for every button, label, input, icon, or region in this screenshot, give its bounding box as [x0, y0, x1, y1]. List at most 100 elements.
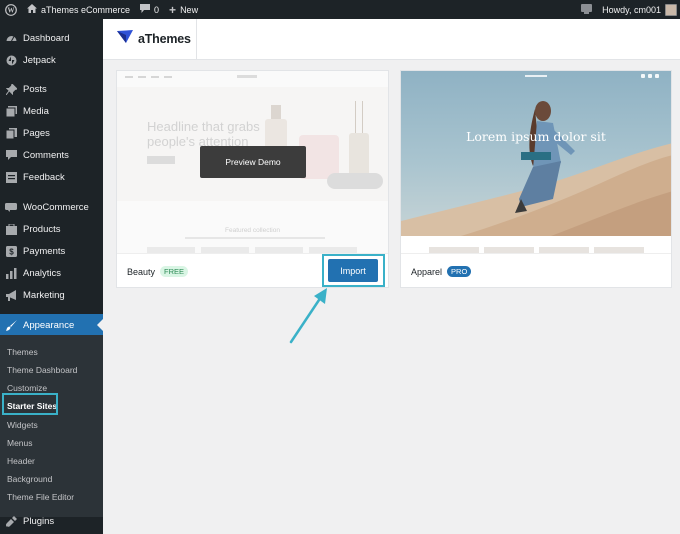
thumbnail-headline: Headline that grabs people's attention [147, 119, 260, 149]
site-name: aThemes eCommerce [41, 4, 131, 15]
notification-link[interactable] [576, 0, 597, 19]
howdy-text: Howdy, cm001 [602, 4, 661, 15]
sidebar-item-jetpack[interactable]: Jetpack [0, 49, 103, 71]
sidebar-item-marketing[interactable]: Marketing [0, 284, 103, 306]
brand-logo: aThemes [117, 30, 191, 47]
card-footer: Apparel PRO [401, 253, 671, 289]
pro-badge: PRO [447, 266, 472, 277]
sidebar-item-label: Products [23, 223, 61, 235]
active-indicator [97, 319, 103, 331]
brush-icon [5, 319, 17, 331]
sidebar-item-woocommerce[interactable]: WooCommerce [0, 196, 103, 218]
submenu-item-theme-file-editor[interactable]: Theme File Editor [0, 488, 103, 505]
thumbnail-shop-button [147, 156, 175, 164]
sidebar-item-feedback[interactable]: Feedback [0, 166, 103, 188]
apparel-thumbnail[interactable]: Lorem ipsum dolor sit [401, 71, 671, 253]
sidebar-item-media[interactable]: Media [0, 100, 103, 122]
theme-name: Apparel [411, 266, 443, 277]
products-icon [5, 223, 17, 235]
sidebar-item-dashboard[interactable]: Dashboard [0, 27, 103, 49]
beauty-thumbnail[interactable]: Headline that grabs people's attention F… [117, 71, 388, 253]
sidebar-item-label: WooCommerce [23, 201, 89, 213]
submenu-item-theme-dashboard[interactable]: Theme Dashboard [0, 361, 103, 378]
sidebar-item-label: Plugins [23, 515, 55, 527]
site-name-link[interactable]: aThemes eCommerce [22, 0, 135, 19]
appearance-submenu: Themes Theme Dashboard Customize Starter… [0, 335, 103, 517]
sidebar-item-pages[interactable]: Pages [0, 122, 103, 144]
thumbnail-section-title: Featured collection [225, 227, 280, 234]
submenu-item-menus[interactable]: Menus [0, 434, 103, 451]
sidebar-item-label: Feedback [23, 171, 65, 183]
thumbnail-shop-button [521, 152, 551, 160]
sidebar-item-label: Jetpack [23, 54, 56, 66]
sidebar-item-posts[interactable]: Posts [0, 78, 103, 100]
thumbnail-nav [125, 76, 172, 78]
thumbnail-logo [237, 75, 257, 78]
megaphone-icon [5, 289, 17, 301]
svg-text:W: W [8, 6, 15, 14]
notification-icon [581, 3, 593, 16]
thumbnail-section-subtitle [185, 237, 325, 239]
sidebar-item-label: Media [23, 105, 49, 117]
sidebar-item-label: Comments [23, 149, 69, 161]
thumbnail-nav-icons [641, 74, 659, 78]
account-menu[interactable]: Howdy, cm001 [597, 0, 680, 19]
sidebar-item-label: Analytics [23, 267, 62, 279]
admin-bar: W aThemes eCommerce 0 + New Howdy, cm001 [0, 0, 680, 19]
thumbnail-headline: Lorem ipsum dolor sit [466, 129, 606, 144]
comments-count: 0 [154, 4, 160, 15]
sidebar-item-comments[interactable]: Comments [0, 144, 103, 166]
sidebar-item-label: Payments [23, 245, 66, 257]
dollar-icon: $ [5, 245, 17, 257]
comments-link[interactable]: 0 [135, 0, 164, 19]
new-label: New [180, 4, 199, 15]
brand-name: aThemes [138, 31, 191, 46]
header-divider [196, 19, 197, 60]
annotation-arrow-icon [289, 288, 327, 344]
sidebar-item-label: Marketing [23, 289, 65, 301]
feedback-icon [5, 171, 17, 183]
import-button[interactable]: Import [328, 259, 378, 282]
sidebar-item-label: Pages [23, 127, 50, 139]
submenu-item-themes[interactable]: Themes [0, 343, 103, 360]
diffuser-sticks [355, 101, 363, 135]
stones-image [327, 173, 383, 189]
plug-icon [5, 515, 17, 527]
sidebar-item-payments[interactable]: $ Payments [0, 240, 103, 262]
jetpack-icon [5, 54, 17, 66]
sidebar-item-label: Posts [23, 83, 47, 95]
submenu-item-background[interactable]: Background [0, 470, 103, 487]
sidebar-item-analytics[interactable]: Analytics [0, 262, 103, 284]
theme-name: Beauty [127, 266, 156, 277]
submenu-item-widgets[interactable]: Widgets [0, 416, 103, 433]
theme-card-apparel: Lorem ipsum dolor sit Apparel PRO [400, 70, 672, 288]
starter-sites-highlight [2, 393, 58, 415]
pin-icon [5, 83, 17, 95]
avatar [665, 3, 677, 16]
sidebar-item-plugins[interactable]: Plugins [0, 510, 103, 532]
new-content-link[interactable]: + New [164, 0, 203, 19]
sidebar-item-label: Dashboard [23, 32, 70, 44]
athemes-logo-icon [117, 30, 133, 47]
woo-icon [5, 201, 17, 213]
bar-chart-icon [5, 267, 17, 279]
media-icon [5, 105, 17, 117]
dashboard-icon [5, 32, 17, 44]
wordpress-logo-icon[interactable]: W [0, 0, 22, 19]
svg-text:$: $ [9, 247, 14, 256]
thumbnail-nav [401, 71, 671, 81]
plus-icon: + [169, 2, 177, 17]
home-icon [27, 4, 37, 15]
preview-demo-button[interactable]: Preview Demo [200, 146, 306, 178]
submenu-item-header[interactable]: Header [0, 452, 103, 469]
thumbnail-logo [525, 75, 547, 77]
sidebar-item-label: Appearance [23, 319, 75, 331]
free-badge: FREE [160, 266, 189, 277]
diffuser-image [349, 133, 369, 177]
comment-icon [5, 149, 17, 161]
sidebar-item-products[interactable]: Products [0, 218, 103, 240]
comment-bubble-icon [140, 4, 151, 15]
pages-icon [5, 127, 17, 139]
admin-sidebar: Dashboard Jetpack Posts Media Pages Comm… [0, 19, 103, 534]
sidebar-item-appearance[interactable]: Appearance [0, 314, 103, 336]
